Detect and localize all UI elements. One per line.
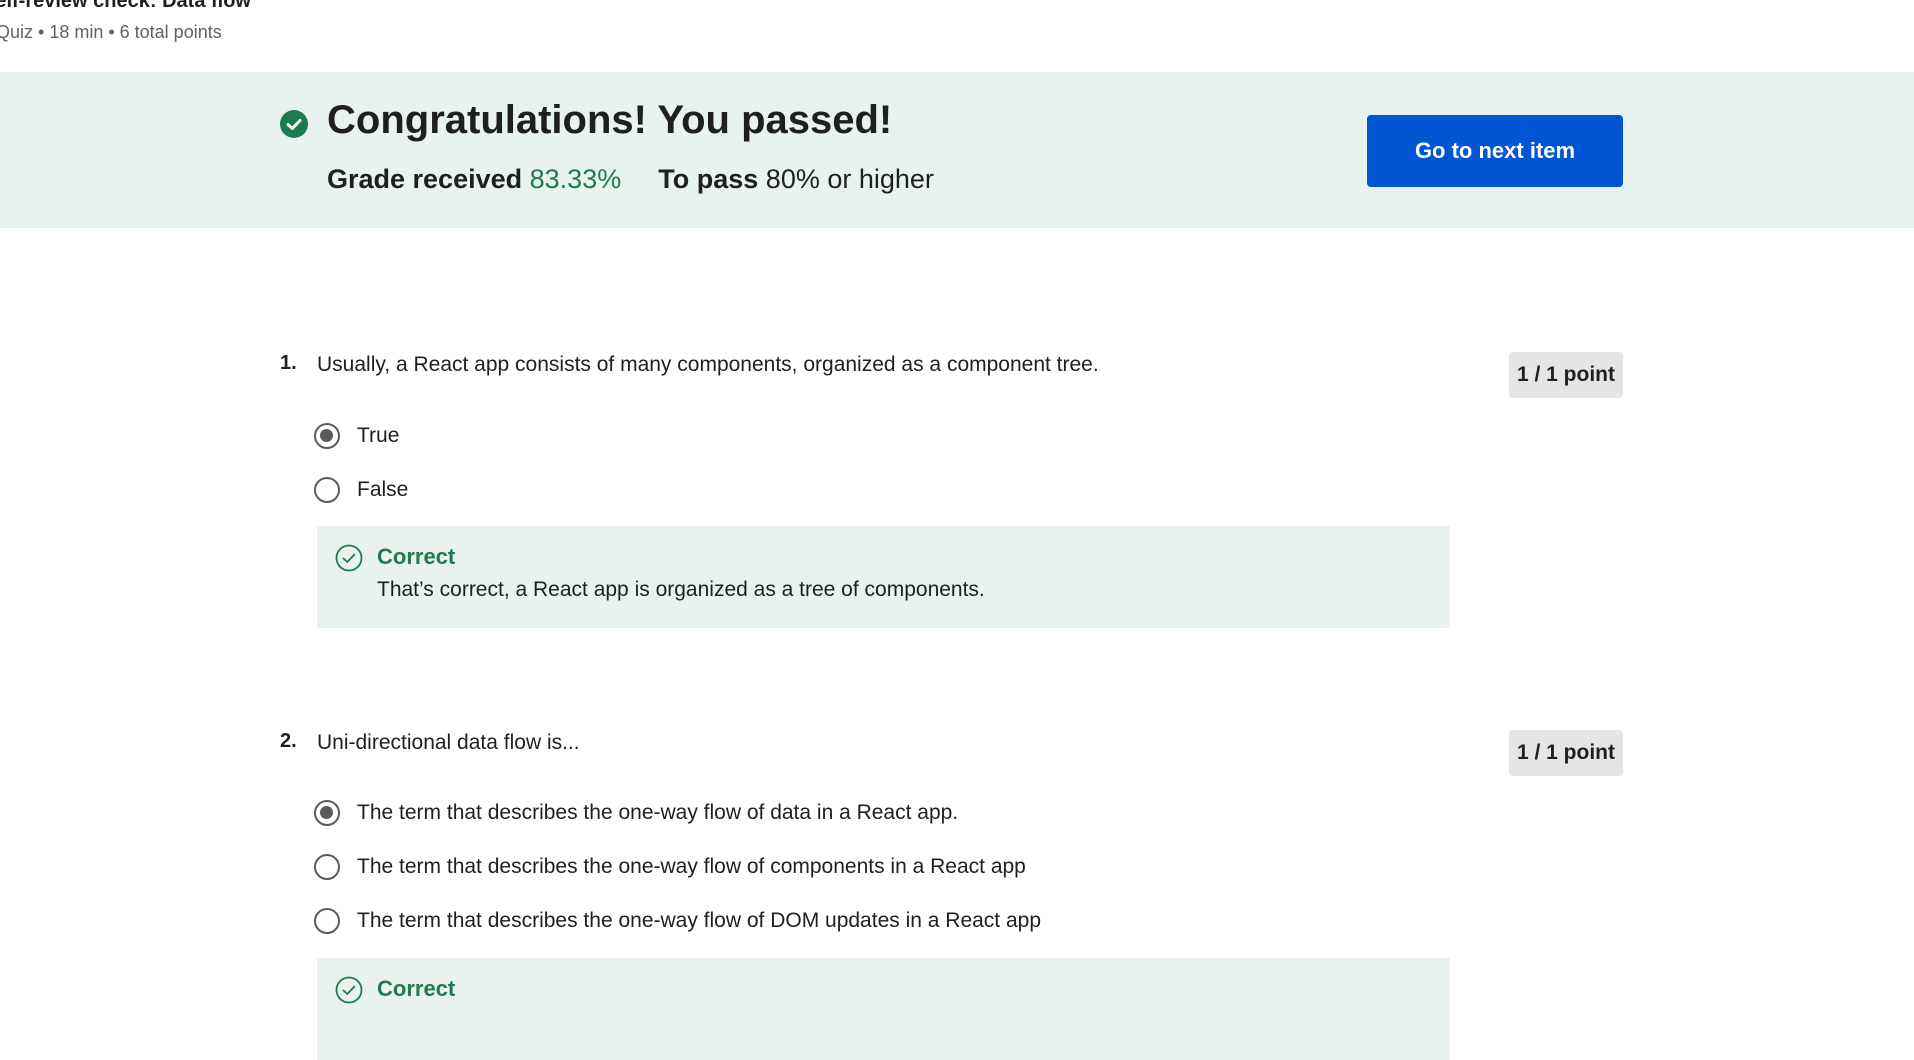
- radio-button[interactable]: [314, 908, 340, 934]
- option-label: False: [357, 478, 409, 501]
- feedback-title: Correct: [377, 976, 456, 1001]
- check-circle-icon: [335, 544, 363, 572]
- option-components[interactable]: The term that describes the one-way flow…: [314, 850, 1026, 884]
- go-to-next-item-button[interactable]: Go to next item: [1367, 115, 1623, 187]
- radio-button[interactable]: [314, 477, 340, 503]
- points-badge: 1 / 1 point: [1509, 730, 1623, 776]
- pass-value: 80% or higher: [765, 164, 934, 194]
- check-circle-icon: [335, 976, 363, 1004]
- result-banner: Congratulations! You passed! Grade recei…: [0, 72, 1914, 228]
- feedback-title: Correct: [377, 544, 456, 569]
- option-label: True: [357, 424, 400, 447]
- question-text: Usually, a React app consists of many co…: [317, 353, 1099, 376]
- points-badge: 1 / 1 point: [1509, 352, 1623, 398]
- feedback-box: Correct: [317, 958, 1450, 1060]
- option-true[interactable]: True: [314, 419, 399, 453]
- option-label: The term that describes the one-way flow…: [357, 909, 1042, 932]
- option-dom-updates[interactable]: The term that describes the one-way flow…: [314, 904, 1041, 938]
- quiz-title: Self-review check: Data flow: [0, 0, 251, 12]
- question-text: Uni-directional data flow is...: [317, 731, 580, 754]
- question-number: 2.: [280, 730, 297, 752]
- quiz-header: Self-review check: Data flow Quiz • 18 m…: [0, 0, 1914, 73]
- question-number: 1.: [280, 352, 297, 374]
- grade-value: 83.33%: [529, 164, 622, 194]
- option-label: The term that describes the one-way flow…: [357, 801, 959, 824]
- feedback-box: Correct That’s correct, a React app is o…: [317, 526, 1450, 628]
- radio-button[interactable]: [314, 423, 340, 449]
- quiz-meta: Quiz • 18 min • 6 total points: [0, 22, 222, 42]
- pass-label: To pass: [658, 164, 759, 194]
- grade-summary: Grade received 83.33% To pass 80% or hig…: [327, 164, 934, 195]
- radio-button[interactable]: [314, 800, 340, 826]
- feedback-text: That’s correct, a React app is organized…: [377, 578, 985, 601]
- option-data[interactable]: The term that describes the one-way flow…: [314, 796, 958, 830]
- option-false[interactable]: False: [314, 473, 408, 507]
- passed-check-icon: [280, 110, 308, 138]
- radio-button[interactable]: [314, 854, 340, 880]
- option-label: The term that describes the one-way flow…: [357, 855, 1026, 878]
- result-title: Congratulations! You passed!: [327, 98, 893, 142]
- grade-label: Grade received: [327, 164, 523, 194]
